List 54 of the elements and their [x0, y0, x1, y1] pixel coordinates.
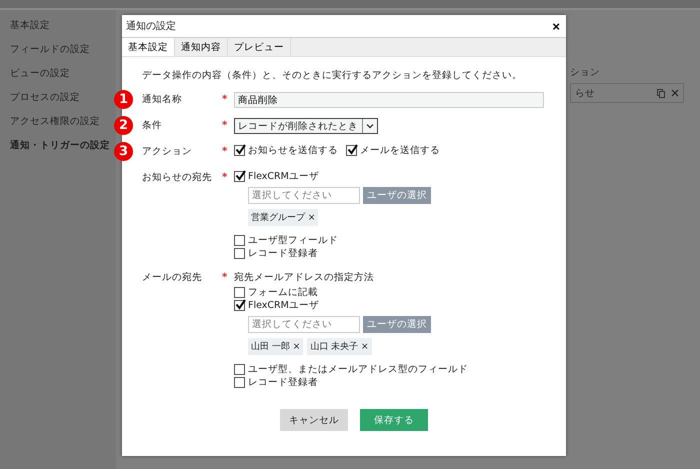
step-badge: 3 [114, 142, 133, 161]
delete-icon[interactable] [671, 89, 679, 97]
step-badge: 2 [114, 116, 133, 135]
hint-text: 宛先メールアドレスの指定方法 [234, 271, 375, 285]
field-label: メールの宛先 [142, 271, 203, 285]
checkbox[interactable] [234, 377, 245, 388]
sidebar-item[interactable]: 通知・トリガーの設定 [0, 134, 116, 158]
description-text: データ操作の内容（条件）と、そのときに実行するアクションを登録してください。 [142, 69, 523, 82]
user-tag[interactable]: 山口 未央子 × [307, 338, 372, 355]
checkbox[interactable] [234, 248, 245, 259]
checkbox-label[interactable]: レコード登録者 [248, 376, 318, 389]
action-label: らせ [575, 86, 596, 100]
required-mark: * [222, 171, 228, 185]
checkbox[interactable] [346, 145, 357, 156]
checkbox-label[interactable]: フォームに記載 [248, 286, 318, 299]
checkbox[interactable] [234, 364, 245, 375]
field-label: 条件 [142, 119, 163, 133]
sidebar-item[interactable]: アクセス権限の設定 [0, 110, 116, 134]
checkbox[interactable] [234, 235, 245, 246]
checkbox-label[interactable]: メールを送信する [360, 144, 440, 157]
checkbox-label[interactable]: ユーザ型フィールド [248, 234, 338, 247]
step-badge: 1 [114, 90, 133, 109]
checkbox[interactable] [234, 300, 245, 311]
sidebar-item[interactable]: フィールドの設定 [0, 38, 116, 62]
close-button[interactable]: × [552, 18, 560, 34]
column-header: ション [570, 66, 601, 79]
condition-select[interactable]: レコードが削除されたとき [234, 118, 378, 134]
field-label: お知らせの宛先 [142, 171, 213, 185]
sidebar-item[interactable]: プロセスの設定 [0, 86, 116, 110]
field-label: アクション [142, 145, 193, 159]
checkbox-label[interactable]: FlexCRMユーザ [248, 170, 319, 183]
tab[interactable]: 基本設定 [122, 38, 175, 56]
sidebar-item[interactable]: ビューの設定 [0, 62, 116, 86]
name-field[interactable]: 商品削除 [234, 92, 544, 108]
checkbox[interactable] [234, 287, 245, 298]
checkbox[interactable] [234, 145, 245, 156]
checkbox-label[interactable]: ユーザ型、またはメールアドレス型のフィールド [248, 363, 468, 376]
required-mark: * [222, 271, 228, 285]
dialog-title: 通知の設定 [126, 20, 176, 33]
user-field[interactable]: 選択してください [248, 187, 360, 204]
checkbox-label[interactable]: レコード登録者 [248, 247, 318, 260]
required-mark: * [222, 119, 228, 133]
required-mark: * [222, 93, 228, 107]
field-label: 通知名称 [142, 93, 183, 107]
user-field[interactable]: 選択してください [248, 316, 360, 333]
copy-icon[interactable] [657, 88, 665, 98]
sidebar-item[interactable]: 基本設定 [0, 14, 116, 38]
user-tag[interactable]: 山田 一郎 × [248, 338, 304, 355]
required-mark: * [222, 145, 228, 159]
checkbox-label[interactable]: FlexCRMユーザ [248, 299, 319, 312]
user-tag[interactable]: 営業グループ × [248, 209, 318, 226]
checkbox-label[interactable]: お知らせを送信する [248, 144, 338, 157]
checkbox[interactable] [234, 171, 245, 182]
cancel-button[interactable]: キャンセル [280, 409, 348, 431]
